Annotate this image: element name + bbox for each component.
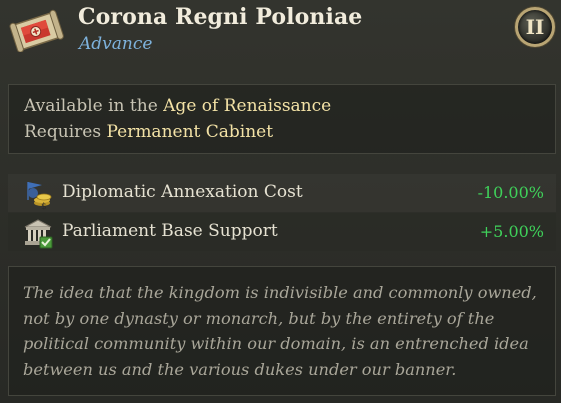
- modifier-value: -10.00%: [477, 183, 544, 202]
- prerequisite-advance: Permanent Cabinet: [106, 122, 274, 142]
- svg-text:$: $: [41, 202, 47, 210]
- flavor-text: The idea that the kingdom is indivisible…: [23, 283, 537, 379]
- requirements-section: Available in the Age of Renaissance Requ…: [8, 84, 556, 154]
- modifier-label: Parliament Base Support: [62, 221, 278, 241]
- availability-line: Available in the Age of Renaissance: [24, 96, 331, 116]
- scroll-flag-icon: [9, 9, 64, 52]
- modifier-row: $ Diplomatic Annexation Cost -10.00%: [8, 174, 556, 212]
- diplomat-coins-icon: $: [27, 182, 52, 210]
- modifier-row: Parliament Base Support +5.00%: [8, 213, 556, 251]
- modifiers-list: $ Diplomatic Annexation Cost -10.00% Par…: [8, 172, 556, 252]
- tier-badge: II: [515, 7, 555, 47]
- modifier-value: +5.00%: [479, 222, 544, 241]
- prerequisite-prefix: Requires: [24, 122, 107, 142]
- availability-prefix: Available in the: [24, 96, 164, 116]
- flavor-text-section: The idea that the kingdom is indivisible…: [8, 266, 556, 396]
- prerequisite-line: Requires Permanent Cabinet: [24, 122, 273, 142]
- advance-type-label: Advance: [79, 34, 153, 54]
- availability-age: Age of Renaissance: [163, 96, 332, 116]
- advance-title: Corona Regni Poloniae: [78, 4, 363, 30]
- advance-tooltip: Corona Regni Poloniae Advance II Availab…: [0, 0, 561, 403]
- parliament-building-icon: [24, 219, 53, 249]
- tooltip-header: Corona Regni Poloniae Advance II: [0, 0, 561, 62]
- modifier-label: Diplomatic Annexation Cost: [62, 182, 303, 202]
